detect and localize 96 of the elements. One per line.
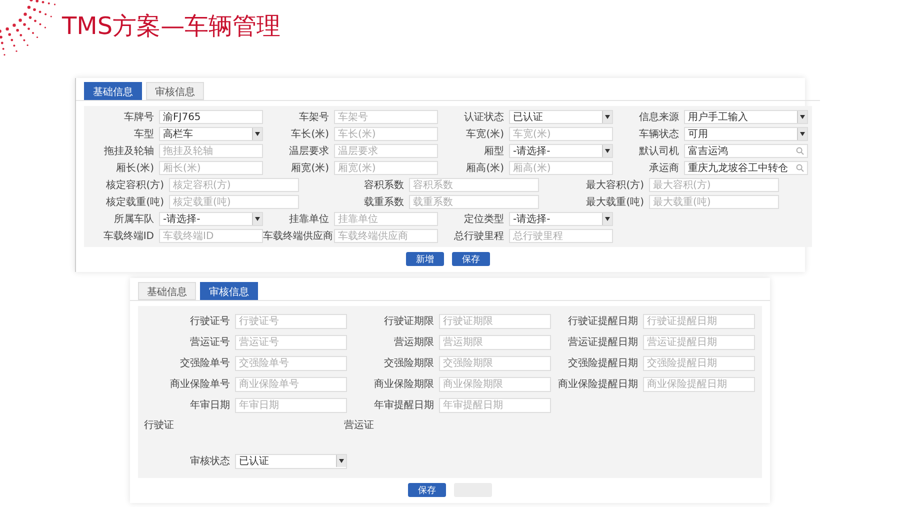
input-field[interactable]: 容积系数	[409, 178, 539, 192]
field-label: 商业保险期限	[373, 378, 435, 391]
input-field[interactable]: 商业保险单号	[235, 376, 347, 392]
field-label: 载重系数	[363, 196, 405, 209]
form-button[interactable]: 保存	[408, 483, 446, 497]
input-field[interactable]: 交强险提醒日期	[643, 356, 755, 370]
section-label: 营运证	[344, 418, 375, 432]
input-field[interactable]: 交强险期限	[439, 356, 551, 370]
field-label: 车载终端ID	[102, 230, 155, 243]
input-field[interactable]: 厢长(米)	[159, 161, 263, 175]
dropdown[interactable]: -请选择-	[159, 212, 263, 226]
field-label: 审核状态	[189, 454, 231, 468]
dropdown[interactable]: 已认证	[509, 110, 613, 124]
field-label: 营运期限	[393, 336, 435, 349]
input-field[interactable]: 最大载重(吨)	[649, 195, 779, 209]
field-label: 行驶证提醒日期	[567, 314, 639, 328]
input-field[interactable]: 年审提醒日期	[439, 398, 551, 412]
dropdown[interactable]: -请选择-	[509, 212, 613, 226]
field-label: 车载终端供应商	[263, 230, 334, 243]
field-label: 最大容积(方)	[585, 178, 645, 192]
input-field[interactable]: 核定容积(方)	[169, 178, 299, 192]
field-label: 温层要求	[288, 144, 330, 158]
input-field[interactable]: 营运证提醒日期	[643, 334, 755, 350]
search-field[interactable]: 重庆九龙坡谷工中转仓	[684, 161, 808, 175]
field-label: 所属车队	[113, 212, 155, 226]
field-label: 拖挂及轮轴	[103, 144, 155, 158]
field-label: 核定容积(方)	[105, 178, 165, 192]
tab[interactable]: 审核信息	[146, 82, 204, 100]
field-label: 承运商	[648, 162, 680, 175]
input-field[interactable]: 载重系数	[409, 195, 539, 209]
input-field[interactable]: 车载终端供应商	[334, 229, 438, 243]
dropdown[interactable]: 可用	[684, 127, 808, 141]
section-label: 行驶证	[144, 418, 175, 432]
field-label: 交强险单号	[179, 356, 231, 370]
tab[interactable]: 审核信息	[200, 282, 258, 300]
field-label: 总行驶里程	[453, 230, 505, 243]
dropdown[interactable]: -请选择-	[509, 144, 613, 158]
input-field[interactable]: 营运证号	[235, 334, 347, 350]
search-field[interactable]: 富吉运鸿	[684, 144, 808, 158]
field-label: 挂靠单位	[288, 212, 330, 226]
input-field[interactable]: 车架号	[334, 110, 438, 124]
form-button[interactable]: 新增	[406, 252, 444, 266]
field-label: 厢长(米)	[115, 162, 155, 175]
field-label: 交强险提醒日期	[567, 356, 639, 370]
input-field[interactable]: 车长(米)	[334, 127, 438, 141]
input-field[interactable]: 年审日期	[235, 398, 347, 412]
field-label: 信息来源	[638, 110, 680, 124]
field-label: 厢型	[483, 144, 505, 158]
tab[interactable]: 基础信息	[84, 82, 142, 100]
input-field[interactable]: 挂靠单位	[334, 212, 438, 226]
field-label: 厢高(米)	[465, 162, 505, 175]
slide-title: TMS方案—车辆管理	[62, 11, 281, 42]
input-field[interactable]: 行驶证号	[235, 314, 347, 328]
field-label: 车宽(米)	[465, 128, 505, 141]
input-field[interactable]: 行驶证期限	[439, 314, 551, 328]
dropdown[interactable]: 用户手工输入	[684, 110, 808, 124]
field-label: 交强险期限	[383, 356, 435, 370]
form-button[interactable]: 保存	[452, 252, 490, 266]
field-label: 车架号	[298, 110, 330, 124]
field-label: 行驶证号	[189, 314, 231, 328]
input-field[interactable]: 最大容积(方)	[649, 178, 779, 192]
field-label: 定位类型	[463, 212, 505, 226]
field-label: 商业保险单号	[169, 378, 231, 391]
input-field[interactable]: 总行驶里程	[509, 229, 613, 243]
field-label: 年审日期	[189, 398, 231, 412]
field-label: 车型	[133, 128, 155, 141]
input-field[interactable]: 温层要求	[334, 144, 438, 158]
field-label: 容积系数	[363, 178, 405, 192]
tab[interactable]: 基础信息	[138, 282, 196, 300]
input-field[interactable]: 营运期限	[439, 334, 551, 350]
input-field[interactable]: 渝FJ765	[159, 110, 263, 124]
input-field[interactable]: 车宽(米)	[509, 127, 613, 141]
field-label: 营运证号	[189, 336, 231, 349]
field-label: 行驶证期限	[383, 314, 435, 328]
field-label: 车长(米)	[290, 128, 330, 141]
field-label: 最大载重(吨)	[585, 196, 645, 209]
field-label: 认证状态	[463, 110, 505, 124]
field-label: 厢宽(米)	[290, 162, 330, 175]
field-label: 车牌号	[123, 110, 155, 124]
input-field[interactable]: 厢高(米)	[509, 161, 613, 175]
input-field[interactable]: 车载终端ID	[159, 229, 263, 243]
field-label: 商业保险提醒日期	[557, 378, 639, 391]
dropdown[interactable]: 已认证	[235, 454, 347, 468]
input-field[interactable]: 厢宽(米)	[334, 161, 438, 175]
field-label: 营运证提醒日期	[567, 336, 639, 349]
dropdown[interactable]: 高栏车	[159, 127, 263, 141]
input-field[interactable]: 商业保险提醒日期	[643, 376, 755, 392]
input-field[interactable]: 核定载重(吨)	[169, 195, 299, 209]
input-field[interactable]: 行驶证提醒日期	[643, 314, 755, 328]
input-field[interactable]: 商业保险期限	[439, 376, 551, 392]
field-label: 默认司机	[638, 144, 680, 158]
field-label: 年审提醒日期	[373, 398, 435, 412]
field-label: 车辆状态	[638, 128, 680, 141]
field-label: 核定载重(吨)	[105, 196, 165, 209]
input-field[interactable]: 拖挂及轮轴	[159, 144, 263, 158]
input-field[interactable]: 交强险单号	[235, 356, 347, 370]
